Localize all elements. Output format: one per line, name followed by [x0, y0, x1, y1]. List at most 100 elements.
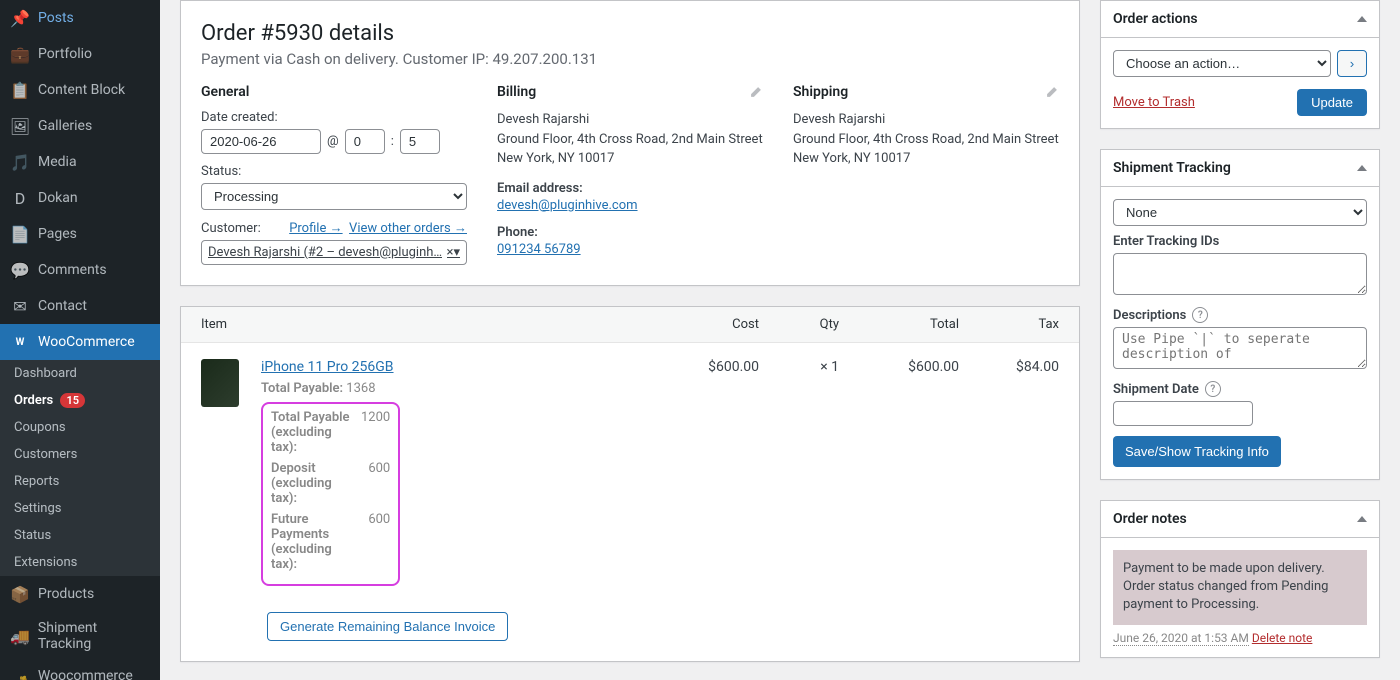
box-icon: 📦: [10, 584, 30, 604]
sidebar-item-shipment-tracking[interactable]: 🚚Shipment Tracking: [0, 612, 160, 660]
shipping-heading: Shipping: [793, 84, 848, 100]
help-icon[interactable]: ?: [1205, 381, 1221, 397]
order-items-card: Item Cost Qty Total Tax iPhone 11 Pro 25…: [180, 306, 1080, 662]
order-action-select[interactable]: Choose an action…: [1113, 50, 1331, 77]
briefcase-icon: 💼: [10, 44, 30, 64]
order-columns: General Date created: @ : Status: Proces…: [201, 84, 1059, 265]
descriptions-input[interactable]: [1113, 327, 1367, 369]
sidebar-item-comments[interactable]: 💬 Comments: [0, 252, 160, 288]
order-actions-panel: Order actions Choose an action… › Move t…: [1100, 0, 1380, 129]
sidebar-item-pages[interactable]: 📄Pages: [0, 216, 160, 252]
sidebar-item-label: Products: [38, 586, 94, 602]
apply-action-button[interactable]: ›: [1337, 50, 1367, 77]
email-label: Email address:: [497, 181, 763, 196]
sidebar-item-contact[interactable]: ✉ Contact: [0, 288, 160, 324]
delete-note-link[interactable]: Delete note: [1252, 631, 1313, 645]
clipboard-icon: 📋: [10, 80, 30, 100]
order-note: Payment to be made upon delivery. Order …: [1113, 550, 1367, 625]
billing-phone-link[interactable]: 091234 56789: [497, 242, 581, 257]
sidebar-item-products[interactable]: 📦 Products: [0, 576, 160, 612]
save-tracking-button[interactable]: Save/Show Tracking Info: [1113, 436, 1281, 467]
pencil-icon[interactable]: [1045, 85, 1059, 99]
submenu-orders[interactable]: Orders 15: [0, 387, 160, 414]
at-symbol: @: [327, 134, 339, 149]
collapse-icon[interactable]: [1357, 165, 1367, 171]
shipment-date-label: Shipment Date: [1113, 382, 1199, 397]
media-icon: 🎵: [10, 152, 30, 172]
sidebar-item-portfolio[interactable]: 💼 Portfolio: [0, 36, 160, 72]
date-row: @ :: [201, 129, 467, 154]
sidebar-item-label: Woocommerce Deposits: [38, 668, 150, 680]
customer-label: Customer:: [201, 221, 261, 236]
phone-label: Phone:: [497, 225, 763, 240]
submenu-settings[interactable]: Settings: [0, 495, 160, 522]
submenu-customers[interactable]: Customers: [0, 441, 160, 468]
header-tax: Tax: [959, 317, 1059, 332]
meta-label: Future Payments (excluding tax):: [271, 512, 351, 572]
meta-value: 600: [368, 461, 390, 506]
deposit-highlight-box: Total Payable (excluding tax):1200 Depos…: [261, 402, 400, 586]
sidebar-item-woocommerce[interactable]: W WooCommerce: [0, 324, 160, 360]
image-icon: 🖼: [10, 116, 30, 136]
comment-icon: 💬: [10, 260, 30, 280]
billing-line2: New York, NY 10017: [497, 149, 763, 169]
profile-link[interactable]: Profile →: [289, 221, 342, 236]
billing-name: Devesh Rajarshi: [497, 110, 763, 130]
help-icon[interactable]: ?: [1192, 307, 1208, 323]
sidebar-item-label: Portfolio: [38, 46, 92, 62]
carrier-select[interactable]: None: [1113, 199, 1367, 226]
sidebar-item-label: Contact: [38, 298, 87, 314]
minute-input[interactable]: [400, 129, 440, 154]
customer-links: Profile → View other orders →: [289, 220, 467, 236]
tracking-ids-input[interactable]: [1113, 253, 1367, 295]
submenu-extensions[interactable]: Extensions: [0, 549, 160, 576]
pencil-icon[interactable]: [749, 85, 763, 99]
generate-balance-invoice-button[interactable]: Generate Remaining Balance Invoice: [267, 612, 508, 641]
submenu-dashboard[interactable]: Dashboard: [0, 360, 160, 387]
dokan-icon: D: [10, 188, 30, 208]
sidebar-item-label: Content Block: [38, 82, 125, 98]
view-other-orders-link[interactable]: View other orders →: [349, 221, 467, 236]
item-details: iPhone 11 Pro 256GB Total Payable: 1368 …: [261, 359, 659, 586]
collapse-icon[interactable]: [1357, 16, 1367, 22]
order-notes-panel: Order notes Payment to be made upon deli…: [1100, 500, 1380, 658]
header-item: Item: [201, 317, 659, 332]
sidebar-item-galleries[interactable]: 🖼Galleries: [0, 108, 160, 144]
total-payable-value: 1368: [346, 381, 375, 396]
submenu-reports[interactable]: Reports: [0, 468, 160, 495]
status-select[interactable]: Processing: [201, 183, 467, 210]
move-to-trash-link[interactable]: Move to Trash: [1113, 95, 1195, 110]
item-qty: × 1: [759, 359, 839, 375]
descriptions-label: Descriptions: [1113, 308, 1186, 323]
date-input[interactable]: [201, 129, 321, 154]
product-thumbnail[interactable]: [201, 359, 239, 407]
clear-icon[interactable]: ×▾: [447, 245, 460, 260]
sidebar-item-contentblock[interactable]: 📋 Content Block: [0, 72, 160, 108]
submenu-coupons[interactable]: Coupons: [0, 414, 160, 441]
order-details-card: Order #5930 details Payment via Cash on …: [180, 0, 1080, 286]
pin-icon: 📌: [10, 8, 30, 28]
update-button[interactable]: Update: [1297, 89, 1367, 116]
meta-label: Deposit (excluding tax):: [271, 461, 351, 506]
product-name-link[interactable]: iPhone 11 Pro 256GB: [261, 359, 394, 375]
sidebar-item-label: Comments: [38, 262, 107, 278]
customer-select[interactable]: Devesh Rajarshi (#2 – devesh@pluginh… ×▾: [201, 240, 467, 265]
sidebar-item-posts[interactable]: 📌Posts: [0, 0, 160, 36]
shipping-name: Devesh Rajarshi: [793, 110, 1059, 130]
collapse-icon[interactable]: [1357, 516, 1367, 522]
envelope-icon: ✉: [10, 296, 30, 316]
sidebar-item-dokan[interactable]: DDokan: [0, 180, 160, 216]
shipment-date-input[interactable]: [1113, 401, 1253, 426]
main-area: Order #5930 details Payment via Cash on …: [160, 0, 1400, 680]
sidebar-item-media[interactable]: 🎵Media: [0, 144, 160, 180]
shipping-line2: New York, NY 10017: [793, 149, 1059, 169]
billing-email-link[interactable]: devesh@pluginhive.com: [497, 198, 638, 213]
status-label: Status:: [201, 164, 467, 179]
meta-value: 1200: [361, 410, 390, 455]
submenu-status[interactable]: Status: [0, 522, 160, 549]
admin-sidebar: 📌Posts 💼 Portfolio 📋 Content Block 🖼Galler…: [0, 0, 160, 680]
tracking-ids-label: Enter Tracking IDs: [1113, 234, 1367, 249]
sidebar-item-woo-deposits[interactable]: 💰Woocommerce Deposits: [0, 660, 160, 680]
hour-input[interactable]: [345, 129, 385, 154]
sidebar-item-label: Pages: [38, 226, 77, 242]
